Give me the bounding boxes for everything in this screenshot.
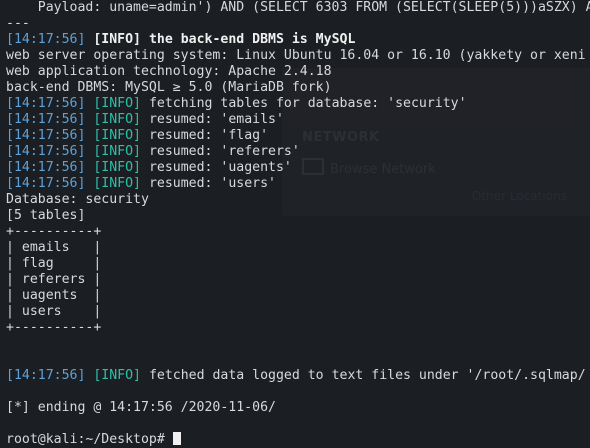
table-border-bottom: +----------+ (6, 320, 102, 335)
timestamp: [14:17:56] (6, 176, 86, 191)
separator-line: --- (6, 16, 30, 31)
timestamp: [14:17:56] (6, 368, 86, 383)
database-line: Database: security (6, 192, 149, 207)
resumed-message: resumed: 'emails' (148, 112, 284, 127)
table-count-line: [5 tables] (6, 208, 86, 223)
fetched-message: fetched data logged to text files under … (148, 368, 586, 383)
resumed-line: [14:17:56] [INFO] resumed: 'referers' (6, 144, 590, 160)
timestamp: [14:17:56] (6, 32, 86, 47)
fetch-message: fetching tables for database: 'security' (148, 96, 467, 111)
info-tag: [INFO] (93, 112, 141, 127)
os-line: web server operating system: Linux Ubunt… (6, 48, 586, 63)
timestamp: [14:17:56] (6, 160, 86, 175)
shell-prompt: root@kali:~/Desktop# (6, 432, 173, 447)
dbms-line: back-end DBMS: MySQL ≥ 5.0 (MariaDB fork… (6, 80, 332, 95)
table-row: | flag | (6, 256, 102, 271)
resumed-line: [14:17:56] [INFO] resumed: 'emails' (6, 112, 590, 128)
info-tag: [INFO] (93, 176, 141, 191)
table-border-top: +----------+ (6, 224, 102, 239)
ending-line: [*] ending @ 14:17:56 /2020-11-06/ (6, 400, 276, 415)
resumed-message: resumed: 'uagents' (148, 160, 292, 175)
fetched-line: [14:17:56] [INFO] fetched data logged to… (6, 368, 590, 384)
dbms-message: the back-end DBMS is MySQL (148, 32, 356, 47)
table-row: | uagents | (6, 288, 102, 303)
info-tag: [INFO] (93, 96, 141, 111)
table-row: | emails | (6, 240, 102, 255)
resumed-message: resumed: 'referers' (148, 144, 300, 159)
table-row: | users | (6, 304, 102, 319)
info-tag: [INFO] (93, 128, 141, 143)
dbms-detect-line: [14:17:56] [INFO] the back-end DBMS is M… (6, 32, 590, 48)
info-tag: [INFO] (93, 160, 141, 175)
cursor-icon (172, 432, 181, 445)
timestamp: [14:17:56] (6, 128, 86, 143)
terminal-output[interactable]: Payload: uname=admin') AND (SELECT 6303 … (6, 0, 590, 448)
timestamp: [14:17:56] (6, 96, 86, 111)
resumed-line: [14:17:56] [INFO] resumed: 'uagents' (6, 160, 590, 176)
table-row: | referers | (6, 272, 102, 287)
info-tag: [INFO] (93, 368, 141, 383)
prompt-line[interactable]: root@kali:~/Desktop# (6, 432, 590, 448)
resumed-line: [14:17:56] [INFO] resumed: 'flag' (6, 128, 590, 144)
timestamp: [14:17:56] (6, 112, 86, 127)
tech-line: web application technology: Apache 2.4.1… (6, 64, 332, 79)
fetch-line: [14:17:56] [INFO] fetching tables for da… (6, 96, 590, 112)
resumed-message: resumed: 'flag' (148, 128, 269, 143)
resumed-message: resumed: 'users' (148, 176, 276, 191)
timestamp: [14:17:56] (6, 144, 86, 159)
resumed-line: [14:17:56] [INFO] resumed: 'users' (6, 176, 590, 192)
info-tag: [INFO] (93, 144, 141, 159)
info-tag: [INFO] (93, 32, 141, 47)
payload-line: Payload: uname=admin') AND (SELECT 6303 … (6, 0, 590, 15)
